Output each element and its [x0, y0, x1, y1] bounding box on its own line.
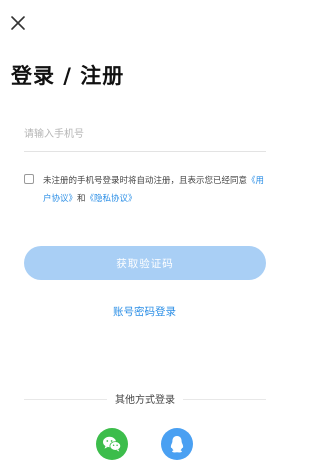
agreement-conjunction: 和 [77, 194, 86, 204]
qq-login-button[interactable] [161, 428, 193, 460]
agreement-text-main: 未注册的手机号登录时将自动注册，且表示您已经同意 [43, 176, 248, 186]
other-login-label: 其他方式登录 [107, 391, 183, 406]
agreement-text: 未注册的手机号登录时将自动注册，且表示您已经同意《用户协议》和《隐私协议》 [43, 172, 268, 208]
wechat-login-button[interactable] [96, 428, 128, 460]
agreement-checkbox[interactable] [24, 174, 34, 184]
page-title: 登录 / 注册 [11, 64, 125, 88]
qq-icon [170, 435, 184, 452]
password-login-link[interactable]: 账号密码登录 [0, 304, 289, 319]
close-button[interactable] [9, 14, 27, 32]
phone-input[interactable] [24, 118, 266, 151]
phone-field [24, 118, 266, 152]
privacy-agreement-link[interactable]: 《隐私协议》 [86, 194, 137, 204]
wechat-icon [103, 436, 122, 452]
get-code-button[interactable]: 获取验证码 [24, 246, 266, 280]
close-icon [11, 16, 25, 30]
other-login-divider: 其他方式登录 [24, 391, 266, 407]
